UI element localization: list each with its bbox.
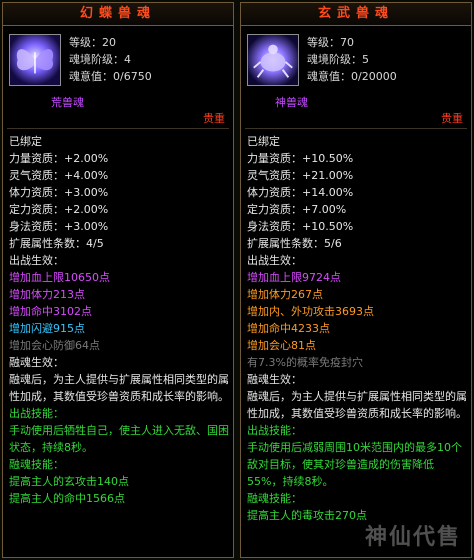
battle-effect-attack: 增加内、外功攻击3693点: [247, 305, 374, 318]
item-tooltip-right: 玄武兽魂 等级：70 魂境阶级：5 魂意值：0/20000 神兽魂 贵重 已绑定…: [240, 2, 472, 558]
fusion-effect-desc: 融魂后，为主人提供与扩展属性相同类型的属性加成，其数值受珍兽资质和成长率的影响。: [9, 373, 229, 403]
attr-stamina: 体力资质：+3.00%: [9, 186, 109, 199]
battle-skill-desc: 手动使用后减弱周围10米范围内的最多10个敌对目标，使其对珍兽造成的伤害降低55…: [247, 441, 462, 488]
attr-focus: 定力资质：+7.00%: [247, 203, 347, 216]
fusion-skill-title: 融魂技能：: [9, 458, 64, 471]
battle-effect-crit-def: 增加会心防御64点: [9, 339, 100, 352]
watermark-logo: 神仙代售: [364, 524, 461, 550]
battle-effect-stamina: 增加体力213点: [9, 288, 85, 301]
battle-effect-crit: 增加会心81点: [247, 339, 316, 352]
bound-status: 已绑定: [247, 135, 280, 148]
item-title: 幻蝶兽魂: [3, 3, 233, 26]
attr-spirit: 灵气资质：+4.00%: [9, 169, 109, 182]
battle-effect-title: 出战生效：: [247, 254, 302, 267]
attr-strength: 力量资质：+10.50%: [247, 152, 354, 165]
spirit-value-text: 魂意值：0/20000: [307, 70, 397, 83]
battle-effect-dodge: 增加闪避915点: [9, 322, 85, 335]
battle-skill-title: 出战技能：: [247, 424, 302, 437]
attr-strength: 力量资质：+2.00%: [9, 152, 109, 165]
battle-effect-extra: 有7.3%的概率免疫封穴: [247, 356, 363, 369]
fusion-skill-title: 融魂技能：: [247, 492, 302, 505]
fusion-effect-desc: 融魂后，为主人提供与扩展属性相同类型的属性加成，其数值受珍兽资质和成长率的影响。: [247, 390, 467, 420]
spirit-value-text: 魂意值：0/6750: [69, 70, 152, 83]
ext-attr-count: 扩展属性条数：4/5: [9, 237, 104, 250]
rarity-label: 贵重: [441, 112, 463, 125]
battle-effect-hit: 增加命中3102点: [9, 305, 92, 318]
rarity-label: 贵重: [203, 112, 225, 125]
item-tooltip-left: 幻蝶兽魂 等级：20 魂境阶级：4 魂意值：0/6750 荒兽魂 贵重 已绑定 …: [2, 2, 234, 558]
fusion-effect-title: 融魂生效：: [9, 356, 64, 369]
bound-status: 已绑定: [9, 135, 42, 148]
rank-label: 荒兽魂: [51, 96, 84, 109]
fusion-effect-title: 融魂生效：: [247, 373, 302, 386]
turtle-spirit-icon[interactable]: [247, 34, 299, 86]
fusion-skill-line: 提高主人的命中1566点: [9, 492, 125, 505]
battle-effect-title: 出战生效：: [9, 254, 64, 267]
level-text: 等级：20: [69, 36, 116, 49]
battle-effect-hit: 增加命中4233点: [247, 322, 330, 335]
stage-text: 魂境阶级：5: [307, 53, 369, 66]
battle-skill-title: 出战技能：: [9, 407, 64, 420]
rank-label: 神兽魂: [275, 96, 308, 109]
level-text: 等级：70: [307, 36, 354, 49]
stage-text: 魂境阶级：4: [69, 53, 131, 66]
battle-effect-hp: 增加血上限10650点: [9, 271, 110, 284]
butterfly-spirit-icon[interactable]: [9, 34, 61, 86]
attr-agility: 身法资质：+10.50%: [247, 220, 354, 233]
attr-focus: 定力资质：+2.00%: [9, 203, 109, 216]
attr-spirit: 灵气资质：+21.00%: [247, 169, 354, 182]
battle-skill-desc: 手动使用后牺牲自己，使主人进入无敌、国困状态，持续8秒。: [9, 424, 229, 454]
fusion-skill-line: 提高主人的玄攻击140点: [9, 475, 129, 488]
ext-attr-count: 扩展属性条数：5/6: [247, 237, 342, 250]
item-title: 玄武兽魂: [241, 3, 471, 26]
battle-effect-stamina: 增加体力267点: [247, 288, 323, 301]
attr-agility: 身法资质：+3.00%: [9, 220, 109, 233]
attr-stamina: 体力资质：+14.00%: [247, 186, 354, 199]
battle-effect-hp: 增加血上限9724点: [247, 271, 341, 284]
